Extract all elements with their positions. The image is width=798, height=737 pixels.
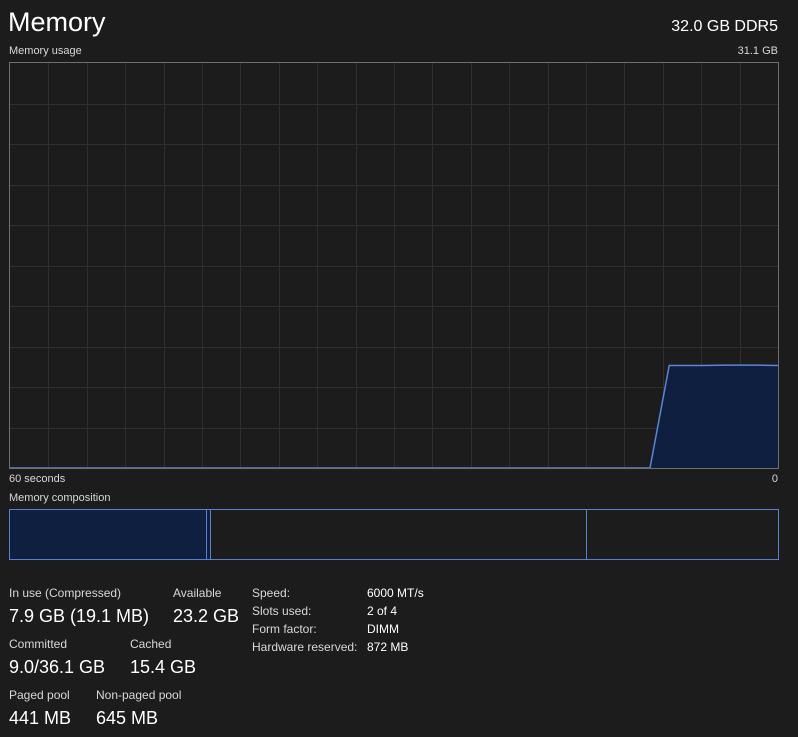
form-factor-label: Form factor: bbox=[252, 622, 317, 636]
memory-usage-graph bbox=[9, 62, 779, 469]
non-paged-pool-label: Non-paged pool bbox=[96, 688, 182, 702]
committed-label: Committed bbox=[9, 637, 68, 651]
cached-value: 15.4 GB bbox=[130, 657, 197, 677]
graph-time-label: 60 seconds bbox=[9, 473, 66, 485]
memory-performance-panel: Memory 32.0 GB DDR5 Memory usage 31.1 GB… bbox=[0, 0, 798, 737]
composition-in-use bbox=[10, 510, 206, 559]
graph-min-label: 0 bbox=[771, 473, 778, 485]
hardware-reserved-value: 872 MB bbox=[367, 640, 409, 654]
memory-usage-chart bbox=[10, 63, 778, 468]
in-use-value: 7.9 GB (19.1 MB) bbox=[9, 606, 150, 626]
composition-free bbox=[586, 510, 778, 559]
memory-usage-label: Memory usage bbox=[9, 45, 82, 57]
form-factor-value: DIMM bbox=[367, 622, 399, 636]
hardware-reserved-label: Hardware reserved: bbox=[252, 640, 358, 654]
in-use-label: In use (Compressed) bbox=[9, 586, 122, 600]
memory-capacity: 32.0 GB DDR5 bbox=[671, 18, 778, 35]
non-paged-pool-value: 645 MB bbox=[96, 708, 159, 728]
available-label: Available bbox=[173, 586, 222, 600]
paged-pool-value: 441 MB bbox=[9, 708, 72, 728]
committed-value: 9.0/36.1 GB bbox=[9, 657, 106, 677]
speed-value: 6000 MT/s bbox=[367, 586, 424, 600]
memory-usage-max: 31.1 GB bbox=[737, 45, 778, 57]
page-title: Memory bbox=[8, 7, 106, 37]
memory-composition-bar bbox=[9, 509, 779, 560]
paged-pool-label: Paged pool bbox=[9, 688, 70, 702]
speed-label: Speed: bbox=[252, 586, 291, 600]
cached-label: Cached bbox=[130, 637, 172, 651]
composition-standby bbox=[210, 510, 586, 559]
memory-composition-label: Memory composition bbox=[9, 492, 111, 504]
slots-used-label: Slots used: bbox=[252, 604, 312, 618]
slots-used-value: 2 of 4 bbox=[367, 604, 398, 618]
available-value: 23.2 GB bbox=[173, 606, 240, 626]
